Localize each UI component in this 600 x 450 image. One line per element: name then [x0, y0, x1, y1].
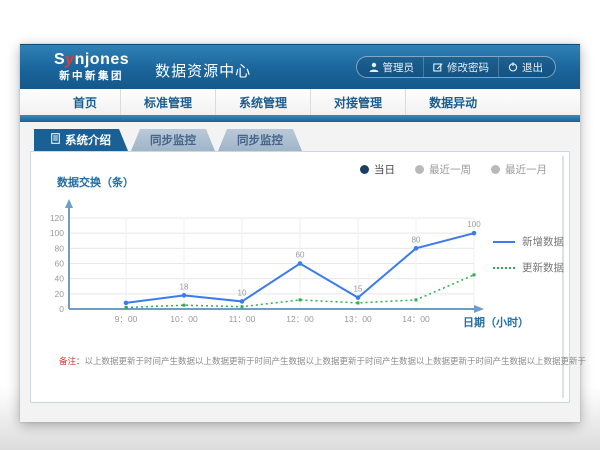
legend-item-update-data: 更新数据 [493, 260, 564, 275]
edit-icon [433, 62, 443, 72]
svg-text:12：00: 12：00 [286, 314, 314, 324]
tab-system-intro[interactable]: 系统介绍 [34, 129, 128, 151]
logo: Synjones 新中新集团 [54, 52, 129, 82]
nav-item-system-mgmt[interactable]: 系统管理 [215, 89, 310, 115]
nav-item-interface-mgmt[interactable]: 对接管理 [310, 89, 405, 115]
y-axis-label: 数据交换（条） [57, 174, 134, 190]
logout-button[interactable]: 退出 [498, 57, 552, 77]
nav-divider-band [20, 115, 580, 122]
svg-text:100: 100 [50, 228, 64, 238]
radio-dot-icon [360, 165, 369, 174]
svg-text:60: 60 [55, 259, 65, 269]
svg-text:20: 20 [55, 289, 65, 299]
line-chart: 0 20 40 60 80 100 120 9：00 10：00 11：00 12：00 13：00 1… [31, 196, 491, 328]
footnote-prefix: 备注： [59, 356, 85, 366]
page-title: 数据资源中心 [155, 60, 251, 81]
svg-text:100: 100 [467, 220, 481, 229]
change-password-button[interactable]: 修改密码 [423, 57, 498, 77]
app-window: Synjones 新中新集团 数据资源中心 管理员 修改密码 退出 首页 标准管… [20, 44, 580, 422]
svg-text:15: 15 [354, 285, 363, 294]
power-icon [508, 62, 518, 72]
dotted-line-icon [493, 267, 515, 269]
svg-text:0: 0 [59, 304, 64, 314]
svg-text:14：00: 14：00 [402, 314, 430, 324]
tab-sync-monitor-1[interactable]: 同步监控 [131, 129, 215, 151]
radio-dot-icon [491, 165, 500, 174]
svg-text:40: 40 [55, 274, 65, 284]
footnote: 备注：以上数据更新于时间产生数据以上数据更新于时间产生数据以上数据更新于时间产生… [59, 355, 586, 367]
svg-text:11：00: 11：00 [229, 314, 256, 324]
svg-text:120: 120 [50, 213, 64, 223]
svg-text:13：00: 13：00 [344, 314, 372, 324]
radio-last-week[interactable]: 最近一周 [415, 162, 471, 177]
svg-text:9：00: 9：00 [115, 314, 138, 324]
chart-legend: 新增数据 更新数据 [493, 234, 564, 286]
time-filter-group: 当日 最近一周 最近一月 [360, 162, 547, 177]
app-header: Synjones 新中新集团 数据资源中心 管理员 修改密码 退出 [20, 44, 580, 89]
chart-panel: 当日 最近一周 最近一月 数据交换（条） 0 20 40 60 80 100 120 9：00… [30, 151, 570, 403]
svg-text:10: 10 [238, 288, 247, 297]
tab-sync-monitor-2[interactable]: 同步监控 [218, 129, 302, 151]
brand-name: Synjones [54, 52, 129, 68]
svg-text:80: 80 [55, 243, 65, 253]
user-account-button[interactable]: 管理员 [360, 57, 424, 77]
logo-accent: y [65, 51, 74, 68]
tab-bar: 系统介绍 同步监控 同步监控 [34, 129, 580, 151]
nav-item-standard-mgmt[interactable]: 标准管理 [120, 89, 215, 115]
nav-item-home[interactable]: 首页 [50, 89, 120, 115]
radio-last-month[interactable]: 最近一月 [491, 162, 547, 177]
document-icon [51, 133, 60, 147]
solid-line-icon [493, 241, 515, 243]
svg-text:80: 80 [412, 235, 421, 244]
radio-dot-icon [415, 165, 424, 174]
svg-text:60: 60 [296, 251, 305, 260]
brand-subtitle: 新中新集团 [54, 71, 129, 82]
user-icon [369, 62, 379, 72]
main-nav: 首页 标准管理 系统管理 对接管理 数据异动 [20, 89, 580, 115]
nav-item-data-change[interactable]: 数据异动 [405, 89, 500, 115]
x-axis-label: 日期（小时） [463, 314, 529, 330]
svg-text:10：00: 10：00 [170, 314, 198, 324]
radio-today[interactable]: 当日 [360, 162, 395, 177]
user-menu: 管理员 修改密码 退出 [356, 56, 557, 78]
svg-text:18: 18 [180, 282, 189, 291]
legend-item-new-data: 新增数据 [493, 234, 564, 249]
